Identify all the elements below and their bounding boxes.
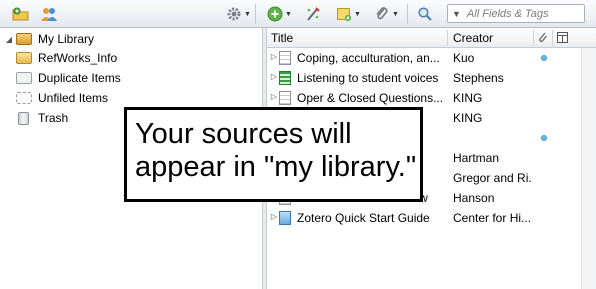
item-creator: Kuo (453, 51, 475, 65)
sidebar-item-refworks-info[interactable]: RefWorks_Info (16, 49, 117, 67)
attachment-icon (376, 7, 388, 20)
locate-button[interactable] (417, 5, 433, 23)
scrollbar[interactable] (581, 48, 596, 289)
item-creator: Center for Hi... (453, 211, 532, 225)
add-by-identifier-button[interactable] (305, 5, 321, 23)
new-collection-icon (12, 7, 29, 21)
column-divider (552, 30, 553, 46)
document-icon (279, 51, 291, 65)
expand-row-icon[interactable]: ▷ (269, 52, 279, 61)
column-divider[interactable] (447, 30, 448, 46)
callout-line-2: appear in "my library." (135, 151, 417, 183)
expand-row-icon[interactable]: ▷ (269, 72, 279, 81)
attachment-status-icon[interactable] (541, 55, 547, 61)
table-row[interactable]: ▷ Oper & Closed Questions... KING (267, 88, 596, 108)
search-field[interactable]: ▼ All Fields & Tags (447, 4, 585, 23)
trash-icon (18, 111, 29, 125)
spreadsheet-icon (279, 71, 291, 85)
expand-row-icon[interactable]: ▷ (269, 212, 279, 221)
sidebar-item-my-library[interactable]: ◢ My Library (4, 30, 94, 48)
sidebar-item-duplicate-items[interactable]: Duplicate Items (16, 69, 121, 87)
search-placeholder: All Fields & Tags (466, 7, 549, 20)
attachment-column-icon[interactable] (538, 32, 548, 47)
table-row[interactable]: ▷ Listening to student voices Stephens (267, 68, 596, 88)
add-by-identifier-icon (307, 7, 320, 21)
item-creator: Gregor and Ri... (453, 171, 533, 185)
sidebar-item-label: Trash (38, 111, 69, 125)
add-attachment-button[interactable]: ▼ (374, 5, 399, 23)
duplicate-icon (16, 72, 32, 84)
sidebar-item-trash[interactable]: Trash (16, 109, 68, 127)
callout-box: Your sources will appear in "my library.… (124, 107, 423, 202)
column-picker-icon[interactable] (557, 32, 568, 46)
actions-menu-button[interactable]: ▼ (226, 5, 251, 23)
items-header: Title Creator (267, 28, 596, 48)
new-note-icon (337, 8, 352, 22)
gear-icon (227, 7, 241, 21)
chevron-down-icon: ▼ (392, 10, 399, 18)
sidebar-item-unfiled-items[interactable]: Unfiled Items (16, 89, 108, 107)
library-folder-icon (16, 33, 32, 45)
new-collection-button[interactable] (12, 5, 30, 23)
chevron-down-icon: ▼ (244, 10, 251, 18)
column-title[interactable]: Title (271, 31, 293, 45)
item-creator: KING (453, 91, 483, 105)
sidebar-item-label: My Library (38, 32, 95, 46)
column-divider[interactable] (533, 30, 534, 46)
new-note-button[interactable]: ▼ (336, 5, 361, 23)
toolbar-divider (407, 4, 408, 24)
new-group-button[interactable] (40, 5, 58, 23)
item-creator: Hartman (453, 151, 500, 165)
item-title: Listening to student voices (297, 71, 439, 85)
locate-icon (418, 7, 432, 21)
item-title: Zotero Quick Start Guide (297, 211, 430, 225)
toolbar-divider (255, 4, 256, 24)
item-creator: Stephens (453, 71, 504, 85)
table-row[interactable]: ▷ Coping, acculturation, an... Kuo (267, 48, 596, 68)
new-item-button[interactable]: ▼ (267, 5, 292, 23)
chevron-down-icon: ▼ (285, 10, 292, 18)
item-creator: KING (453, 111, 483, 125)
sidebar-item-label: RefWorks_Info (38, 51, 118, 65)
item-title: Oper & Closed Questions... (297, 91, 444, 105)
item-title: Coping, acculturation, an... (297, 51, 440, 65)
expand-row-icon[interactable]: ▷ (269, 92, 279, 101)
search-icon: ▼ (452, 8, 461, 19)
sidebar-item-label: Duplicate Items (38, 71, 121, 85)
callout-line-1: Your sources will (135, 118, 352, 150)
column-creator[interactable]: Creator (453, 31, 493, 45)
table-row[interactable]: ▷ Zotero Quick Start Guide Center for Hi..… (267, 208, 596, 228)
chevron-down-icon: ▼ (354, 10, 361, 18)
sidebar-item-label: Unfiled Items (38, 91, 109, 105)
new-item-icon (267, 6, 283, 22)
new-group-icon (41, 8, 57, 21)
toolbar: ▼ ▼ ▼ ▼ ▼ All Fields & Tags (0, 0, 596, 28)
document-icon (279, 91, 291, 105)
unfiled-icon (16, 92, 32, 104)
item-creator: Hanson (453, 191, 495, 205)
web-page-icon (279, 211, 291, 225)
attachment-status-icon[interactable] (541, 135, 547, 141)
folder-icon (16, 52, 32, 64)
expand-collapse-icon[interactable]: ◢ (4, 35, 14, 44)
